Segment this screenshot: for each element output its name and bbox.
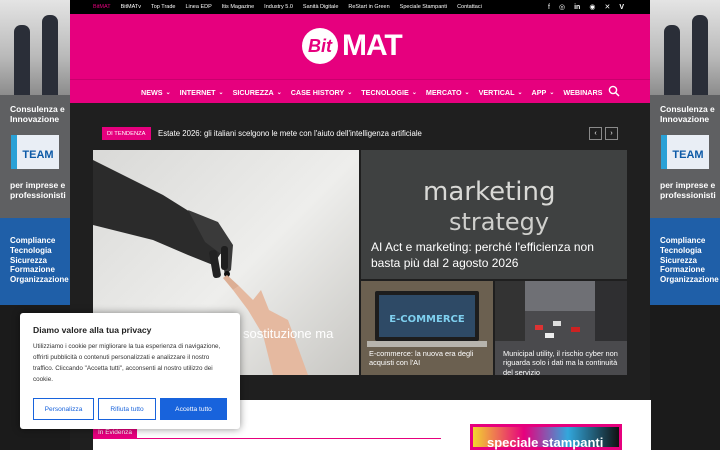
top-link-speciale-stampanti[interactable]: Speciale Stampanti xyxy=(400,4,447,10)
top-links: BitMAT BitMATv Top Trade Linea EDP Itis … xyxy=(93,0,492,14)
cookie-title: Diamo valore alla tua privacy xyxy=(33,325,152,335)
facebook-icon[interactable]: f xyxy=(548,4,550,11)
top-link-restart-in-green[interactable]: ReStart in Green xyxy=(348,4,389,10)
nav-item-case-history[interactable]: CASE HISTORY ⌄ xyxy=(291,88,353,97)
x-icon[interactable]: ✕ xyxy=(604,3,610,11)
linkedin-icon[interactable]: in xyxy=(574,4,580,11)
banner-text: per imprese e professionisti xyxy=(10,180,66,201)
left-side-banner[interactable]: Consulenza e Innovazione TEAM per impres… xyxy=(0,0,70,305)
chevron-right-icon: › xyxy=(610,130,613,137)
banner-photo xyxy=(0,0,70,95)
rss-icon[interactable]: ◉ xyxy=(589,3,595,11)
svg-text:E-COMMERCE: E-COMMERCE xyxy=(389,314,465,325)
site-header: Bit MAT xyxy=(70,14,650,79)
chevron-down-icon: ⌄ xyxy=(549,89,555,96)
nav-item-internet[interactable]: INTERNET ⌄ xyxy=(180,88,224,97)
top-link-itis-magazine[interactable]: Itis Magazine xyxy=(222,4,254,10)
chevron-down-icon: ⌄ xyxy=(464,89,470,96)
banner-text: per imprese e professionisti xyxy=(660,180,716,201)
nav-item-app[interactable]: APP ⌄ xyxy=(532,88,555,97)
banner-lines: Compliance Tecnologia Sicurezza Formazione O… xyxy=(10,236,69,284)
chevron-down-icon: ⌄ xyxy=(276,89,282,96)
chevron-left-icon: ‹ xyxy=(594,130,597,137)
top-link-bitmatv[interactable]: BitMATv xyxy=(121,4,141,10)
trending-headline[interactable]: Estate 2026: gli italiani scelgono le me… xyxy=(158,127,422,140)
top-link-linea-edp[interactable]: Linea EDP xyxy=(185,4,211,10)
chevron-down-icon: ⌄ xyxy=(218,89,224,96)
top-link-top-trade[interactable]: Top Trade xyxy=(151,4,175,10)
banner-text: Consulenza e Innovazione xyxy=(660,104,715,125)
banner-text: Consulenza e Innovazione xyxy=(10,104,65,125)
logo-mat: MAT xyxy=(342,29,403,62)
chevron-down-icon: ⌄ xyxy=(411,89,417,96)
nav-item-sicurezza[interactable]: SICUREZZA ⌄ xyxy=(233,88,282,97)
search-icon[interactable] xyxy=(608,85,620,97)
tile-title[interactable]: sostituzione ma xyxy=(243,326,353,342)
featured-tile-ecommerce[interactable]: E-COMMERCE E-commerce: la nuova era degl… xyxy=(361,281,493,375)
speciale-stampanti-banner[interactable]: speciale stampanti xyxy=(470,424,622,450)
customize-button[interactable]: Personalizza xyxy=(33,398,94,420)
svg-text:strategy: strategy xyxy=(449,208,549,236)
reject-all-button[interactable]: Rifiuta tutto xyxy=(98,398,156,420)
banner-lines: Compliance Tecnologia Sicurezza Formazione O… xyxy=(660,236,719,284)
vimeo-icon[interactable]: V xyxy=(619,4,624,11)
social-icons: f ◎ in ◉ ✕ V xyxy=(539,0,624,14)
chevron-down-icon: ⌄ xyxy=(165,89,171,96)
nav-item-mercato[interactable]: MERCATO ⌄ xyxy=(426,88,470,97)
team-logo: TEAM xyxy=(661,135,709,169)
chevron-down-icon: ⌄ xyxy=(347,89,353,96)
main-nav: NEWS ⌄ INTERNET ⌄ SICUREZZA ⌄ CASE HISTORY ⌄… xyxy=(70,79,650,103)
right-side-banner[interactable]: Consulenza e Innovazione TEAM per impres… xyxy=(650,0,720,305)
top-link-contattaci[interactable]: Contattaci xyxy=(457,4,482,10)
chevron-down-icon: ⌄ xyxy=(517,89,523,96)
nav-item-webinars[interactable]: WEBINARS xyxy=(563,88,602,97)
top-bar: BitMAT BitMATv Top Trade Linea EDP Itis … xyxy=(70,0,650,14)
cookie-text: Utilizziamo i cookie per migliorare la t… xyxy=(33,343,221,384)
next-arrow-button[interactable]: › xyxy=(605,127,618,140)
bitmat-logo[interactable]: Bit MAT xyxy=(302,28,418,64)
trending-badge: DI TENDENZA xyxy=(102,127,151,140)
tile-title[interactable]: E-commerce: la nuova era degli acquisti … xyxy=(369,349,489,368)
featured-tile-marketing[interactable]: marketing strategy AI Act e marketing: p… xyxy=(361,150,627,279)
nav-item-vertical[interactable]: VERTICAL ⌄ xyxy=(479,88,523,97)
team-logo: TEAM xyxy=(11,135,59,169)
banner-photo xyxy=(650,0,720,95)
accept-all-button[interactable]: Accetta tutto xyxy=(160,398,227,420)
tile-title[interactable]: Municipal utility, il rischio cyber non … xyxy=(503,349,623,375)
cookie-consent: Diamo valore alla tua privacy Utilizziam… xyxy=(20,313,240,429)
instagram-icon[interactable]: ◎ xyxy=(559,3,565,11)
logo-bit: Bit xyxy=(302,28,338,64)
prev-arrow-button[interactable]: ‹ xyxy=(589,127,602,140)
tile-title[interactable]: AI Act e marketing: perché l'efficienza … xyxy=(371,240,611,271)
svg-text:marketing: marketing xyxy=(423,177,555,207)
nav-item-tecnologie[interactable]: TECNOLOGIE ⌄ xyxy=(361,88,417,97)
featured-tile-city[interactable]: Municipal utility, il rischio cyber non … xyxy=(495,281,627,375)
top-link-bitmat[interactable]: BitMAT xyxy=(93,4,111,10)
top-link-sanita-digitale[interactable]: Sanità Digitale xyxy=(303,4,338,10)
top-link-industry[interactable]: Industry 5.0 xyxy=(264,4,293,10)
nav-item-news[interactable]: NEWS ⌄ xyxy=(141,88,171,97)
section-divider xyxy=(93,438,441,439)
